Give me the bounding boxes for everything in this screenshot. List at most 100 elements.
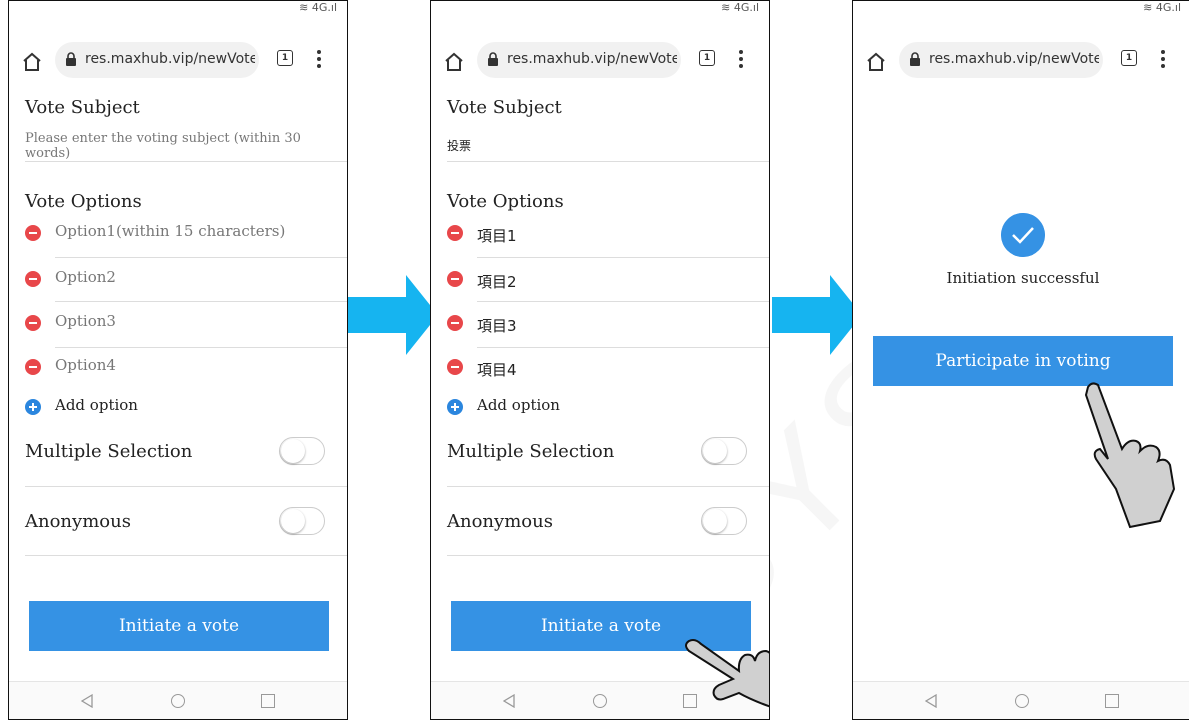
url-text: res.maxhub.vip/newVote xyxy=(929,51,1099,67)
lock-icon xyxy=(910,52,920,66)
option-input-2[interactable]: Option2 xyxy=(55,268,116,286)
success-message: Initiation successful xyxy=(946,269,1100,287)
vote-subject-input[interactable]: Please enter the voting subject (within … xyxy=(25,131,347,161)
option-row-1: Option1(within 15 characters) xyxy=(25,219,345,249)
anonymous-toggle[interactable] xyxy=(701,507,747,535)
signal-label: 4G xyxy=(311,1,328,14)
url-text: res.maxhub.vip/newVote xyxy=(85,51,255,67)
option-row-1: 項目1 xyxy=(447,219,767,249)
option-input-4[interactable]: Option4 xyxy=(55,356,116,374)
anonymous-label: Anonymous xyxy=(447,511,553,532)
phone-screen-3: ≋ 4G.ıl res.maxhub.vip/newVote 1 Initiat… xyxy=(852,0,1189,720)
vote-options-heading: Vote Options xyxy=(447,191,564,212)
option-input-1[interactable]: 項目1 xyxy=(477,225,517,246)
option-input-4[interactable]: 項目4 xyxy=(477,359,517,380)
signal-label: 4G xyxy=(733,1,750,14)
anonymous-toggle[interactable] xyxy=(279,507,325,535)
home-icon[interactable] xyxy=(865,51,887,73)
signal-bars-icon: .ıl xyxy=(1171,1,1181,14)
remove-option-icon[interactable] xyxy=(25,225,41,241)
divider xyxy=(55,347,347,348)
option-input-3[interactable]: Option3 xyxy=(55,312,116,330)
recent-apps-icon[interactable] xyxy=(1105,694,1119,708)
android-nav-bar xyxy=(9,681,347,719)
multiple-selection-toggle[interactable] xyxy=(279,437,325,465)
wifi-icon: ≋ xyxy=(299,1,309,14)
lock-icon xyxy=(488,52,498,66)
divider xyxy=(447,555,769,556)
pointing-hand-icon xyxy=(1084,382,1176,529)
signal-bars-icon: .ıl xyxy=(327,1,337,14)
remove-option-icon[interactable] xyxy=(25,271,41,287)
back-icon[interactable] xyxy=(503,694,515,708)
browser-toolbar: res.maxhub.vip/newVote 1 xyxy=(9,35,347,85)
url-text: res.maxhub.vip/newVote xyxy=(507,51,677,67)
divider xyxy=(25,555,347,556)
option-row-3: 項目3 xyxy=(447,309,767,339)
back-icon[interactable] xyxy=(81,694,93,708)
success-check-icon xyxy=(1001,213,1045,257)
vote-options-heading: Vote Options xyxy=(25,191,142,212)
nav-home-icon[interactable] xyxy=(1015,694,1029,708)
add-option-button[interactable]: Add option xyxy=(25,395,345,425)
tabs-icon[interactable]: 1 xyxy=(699,50,715,66)
divider xyxy=(447,486,769,487)
nav-home-icon[interactable] xyxy=(593,694,607,708)
divider xyxy=(55,301,347,302)
status-bar: ≋ 4G.ıl xyxy=(1143,1,1181,25)
vote-subject-input[interactable]: 投票 xyxy=(447,137,471,154)
phone-screen-2: ≋ 4G.ıl res.maxhub.vip/newVote 1 Vote Su… xyxy=(430,0,770,720)
status-bar: ≋ 4G.ıl xyxy=(721,1,759,25)
android-nav-bar xyxy=(853,681,1189,719)
signal-bars-icon: .ıl xyxy=(749,1,759,14)
phone-screen-1: ≋ 4G.ıl res.maxhub.vip/newVote 1 Vote Su… xyxy=(8,0,348,720)
remove-option-icon[interactable] xyxy=(447,271,463,287)
nav-home-icon[interactable] xyxy=(171,694,185,708)
vote-subject-heading: Vote Subject xyxy=(447,97,562,118)
arrow-right-icon xyxy=(348,275,438,355)
remove-option-icon[interactable] xyxy=(25,315,41,331)
add-icon xyxy=(447,399,463,415)
option-input-3[interactable]: 項目3 xyxy=(477,315,517,336)
remove-option-icon[interactable] xyxy=(447,315,463,331)
option-row-2: Option2 xyxy=(25,265,345,295)
overflow-menu-icon[interactable] xyxy=(1161,47,1165,73)
divider xyxy=(25,161,347,162)
tabs-icon[interactable]: 1 xyxy=(277,50,293,66)
divider xyxy=(447,161,769,162)
wifi-icon: ≋ xyxy=(721,1,731,14)
overflow-menu-icon[interactable] xyxy=(739,47,743,73)
home-icon[interactable] xyxy=(443,51,465,73)
address-bar[interactable]: res.maxhub.vip/newVote xyxy=(55,42,259,78)
add-option-button[interactable]: Add option xyxy=(447,395,767,425)
option-row-3: Option3 xyxy=(25,309,345,339)
status-bar: ≋ 4G.ıl xyxy=(299,1,337,25)
recent-apps-icon[interactable] xyxy=(261,694,275,708)
multiple-selection-label: Multiple Selection xyxy=(447,441,615,462)
add-option-label: Add option xyxy=(477,396,560,414)
address-bar[interactable]: res.maxhub.vip/newVote xyxy=(477,42,681,78)
tabs-icon[interactable]: 1 xyxy=(1121,50,1137,66)
remove-option-icon[interactable] xyxy=(447,225,463,241)
remove-option-icon[interactable] xyxy=(447,359,463,375)
divider xyxy=(25,486,347,487)
browser-toolbar: res.maxhub.vip/newVote 1 xyxy=(853,35,1189,85)
divider xyxy=(55,257,347,258)
option-row-4: Option4 xyxy=(25,353,345,383)
initiate-vote-button[interactable]: Initiate a vote xyxy=(29,601,329,651)
signal-label: 4G xyxy=(1155,1,1172,14)
vote-subject-heading: Vote Subject xyxy=(25,97,140,118)
multiple-selection-toggle[interactable] xyxy=(701,437,747,465)
anonymous-label: Anonymous xyxy=(25,511,131,532)
home-icon[interactable] xyxy=(21,51,43,73)
remove-option-icon[interactable] xyxy=(25,359,41,375)
address-bar[interactable]: res.maxhub.vip/newVote xyxy=(899,42,1103,78)
multiple-selection-label: Multiple Selection xyxy=(25,441,193,462)
back-icon[interactable] xyxy=(925,694,937,708)
divider xyxy=(477,257,769,258)
add-icon xyxy=(25,399,41,415)
option-row-2: 項目2 xyxy=(447,265,767,295)
overflow-menu-icon[interactable] xyxy=(317,47,321,73)
option-input-2[interactable]: 項目2 xyxy=(477,271,517,292)
option-input-1[interactable]: Option1(within 15 characters) xyxy=(55,222,285,240)
